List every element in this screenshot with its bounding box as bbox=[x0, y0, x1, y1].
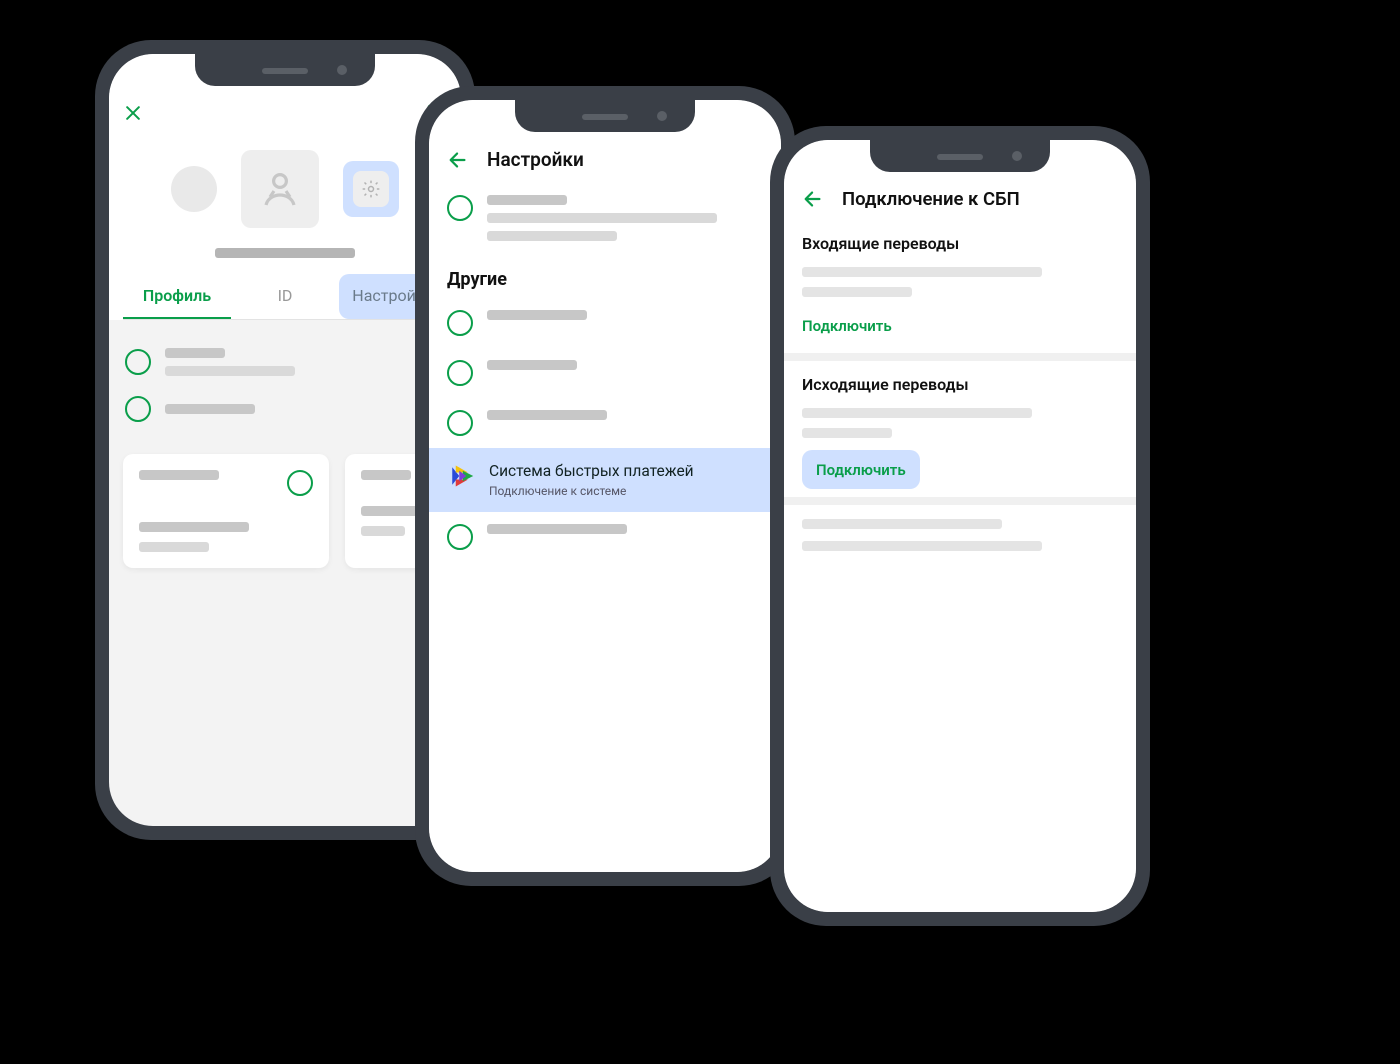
settings-item[interactable] bbox=[429, 398, 781, 448]
sbp-icon bbox=[447, 462, 475, 490]
connect-incoming-button[interactable]: Подключить bbox=[802, 311, 892, 345]
settings-item[interactable] bbox=[429, 512, 781, 562]
outgoing-title: Исходящие переводы bbox=[802, 375, 1118, 394]
radio-icon bbox=[287, 470, 313, 496]
connect-outgoing-button[interactable]: Подключить bbox=[816, 461, 906, 479]
settings-button[interactable] bbox=[353, 171, 389, 207]
tab-id[interactable]: ID bbox=[231, 274, 339, 319]
divider bbox=[784, 353, 1136, 361]
section-incoming: Входящие переводы Подключить bbox=[784, 224, 1136, 349]
connect-outgoing-highlight: Подключить bbox=[802, 450, 920, 489]
page-title: Подключение к СБП bbox=[842, 188, 1020, 210]
section-extra bbox=[784, 509, 1136, 555]
page-title: Настройки bbox=[487, 148, 584, 171]
section-header-other: Другие bbox=[429, 253, 781, 298]
settings-item[interactable] bbox=[429, 298, 781, 348]
divider bbox=[784, 497, 1136, 505]
username-placeholder bbox=[215, 248, 355, 258]
sbp-title: Система быстрых платежей bbox=[489, 462, 763, 480]
avatar-placeholder-small bbox=[171, 166, 217, 212]
radio-icon bbox=[125, 349, 151, 375]
radio-icon bbox=[447, 410, 473, 436]
radio-icon bbox=[447, 310, 473, 336]
back-icon[interactable] bbox=[447, 149, 469, 171]
back-icon[interactable] bbox=[802, 188, 824, 210]
settings-item[interactable] bbox=[429, 183, 781, 253]
incoming-title: Входящие переводы bbox=[802, 234, 1118, 253]
avatar bbox=[241, 150, 319, 228]
radio-icon bbox=[447, 195, 473, 221]
radio-icon bbox=[125, 396, 151, 422]
settings-gear-highlight bbox=[343, 161, 399, 217]
radio-icon bbox=[447, 524, 473, 550]
section-outgoing: Исходящие переводы Подключить bbox=[784, 365, 1136, 493]
close-icon[interactable] bbox=[123, 103, 143, 123]
info-card[interactable] bbox=[123, 454, 329, 568]
list-item[interactable] bbox=[123, 386, 447, 432]
list-item[interactable] bbox=[123, 338, 447, 386]
settings-item[interactable] bbox=[429, 348, 781, 398]
sbp-subtitle: Подключение к системе bbox=[489, 484, 763, 498]
profile-tabs: Профиль ID Настройки bbox=[123, 274, 447, 320]
settings-item-sbp[interactable]: Система быстрых платежей Подключение к с… bbox=[429, 448, 781, 512]
radio-icon bbox=[447, 360, 473, 386]
tab-profile[interactable]: Профиль bbox=[123, 274, 231, 319]
